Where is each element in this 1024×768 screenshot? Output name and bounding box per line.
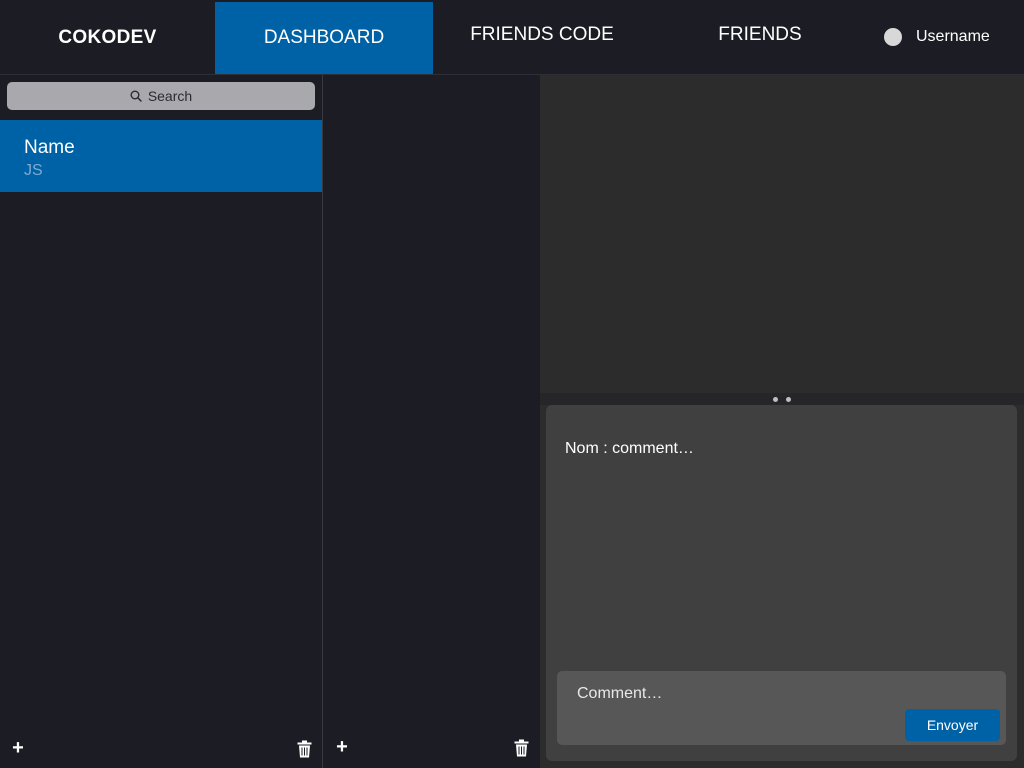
delete-project-button[interactable] — [294, 738, 314, 760]
add-project-button[interactable]: + — [8, 737, 28, 759]
delete-file-button[interactable] — [511, 737, 531, 759]
search-placeholder: Search — [147, 88, 193, 104]
tab-friends-code[interactable]: FRIENDS CODE — [433, 2, 651, 74]
resize-handle[interactable] — [540, 393, 1024, 405]
comments-panel: Nom : comment… Envoyer — [546, 405, 1017, 761]
list-item[interactable]: Name JS — [0, 120, 322, 192]
tab-dashboard[interactable]: DASHBOARD — [215, 2, 433, 74]
avatar — [884, 28, 902, 46]
top-navigation: COKODEV DASHBOARD FRIENDS CODE FRIENDS U… — [0, 0, 1024, 75]
send-button[interactable]: Envoyer — [905, 709, 1000, 741]
handle-dot — [773, 396, 778, 402]
project-list-panel: Search Name JS + — [0, 75, 323, 768]
add-file-button[interactable]: + — [332, 736, 352, 758]
user-menu[interactable]: Username — [884, 28, 990, 46]
comment-input[interactable] — [577, 685, 877, 703]
username-label: Username — [916, 28, 990, 45]
file-list-panel: + — [323, 75, 540, 768]
handle-dot — [786, 396, 791, 402]
search-icon — [130, 90, 142, 102]
tab-friends[interactable]: FRIENDS — [651, 2, 869, 74]
trash-icon — [297, 740, 311, 758]
trash-icon — [514, 739, 528, 757]
comment-composer: Envoyer — [557, 671, 1006, 745]
comment-item: Nom : comment… — [565, 440, 694, 457]
project-language: JS — [24, 162, 43, 179]
brand-logo[interactable]: COKODEV — [0, 2, 215, 74]
search-input[interactable]: Search — [7, 82, 315, 110]
project-name: Name — [24, 137, 75, 158]
code-preview[interactable] — [540, 75, 1024, 393]
